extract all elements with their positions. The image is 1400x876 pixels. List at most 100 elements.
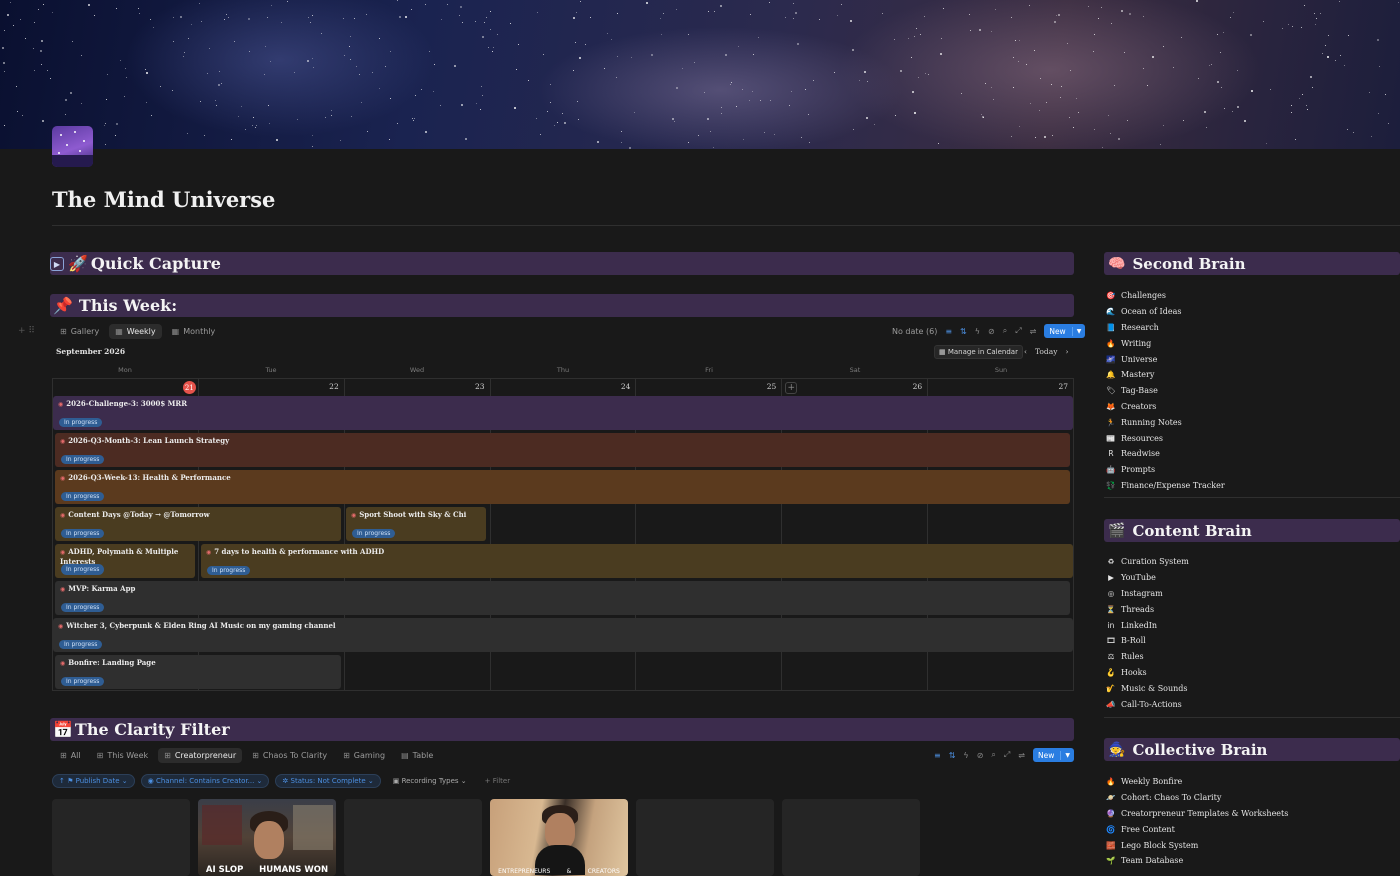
sidebar-item[interactable]: 🧱 Lego Block System	[1106, 837, 1288, 853]
automation-icon[interactable]: ϟ	[975, 327, 980, 336]
star	[201, 21, 202, 22]
star	[672, 118, 674, 120]
filter-chip-publish-date[interactable]: ↑ ⚑ Publish Date ⌄	[52, 774, 135, 788]
gallery-card[interactable]	[636, 799, 774, 876]
gallery-card[interactable]: AI SLOP HUMANS WON	[198, 799, 336, 876]
tab-creatorpreneur[interactable]: ⊞ Creatorpreneur	[158, 748, 243, 763]
sidebar-item[interactable]: 📘 Research	[1106, 320, 1225, 336]
tab-table[interactable]: ▤ Table	[395, 748, 439, 763]
settings-icon[interactable]: ⇌	[1018, 751, 1025, 760]
star	[226, 14, 227, 15]
filter-chip-channel[interactable]: ◉ Channel: Contains Creator... ⌄	[140, 774, 270, 788]
sidebar-item[interactable]: 🌊 Ocean of Ideas	[1106, 304, 1225, 320]
sidebar-item[interactable]: in LinkedIn	[1106, 617, 1189, 633]
star	[106, 99, 107, 100]
sidebar-item[interactable]: 💱 Finance/Expense Tracker	[1106, 478, 1224, 494]
add-event-icon[interactable]: +	[785, 382, 798, 394]
automation-icon[interactable]: ϟ	[963, 751, 968, 760]
today-button[interactable]: Today	[1035, 347, 1057, 356]
sidebar-item[interactable]: ♻ Curation System	[1106, 554, 1189, 570]
star	[1233, 12, 1234, 13]
drag-handle-icon[interactable]: + ⠿	[18, 326, 35, 336]
sidebar-item[interactable]: 🔥 Writing	[1106, 335, 1225, 351]
gallery-card[interactable]: ENTREPRENEURS & CREATORS	[490, 799, 628, 876]
sidebar-item[interactable]: ⏳ Threads	[1106, 601, 1189, 617]
sidebar-item[interactable]: 🏃 Running Notes	[1106, 414, 1225, 430]
sidebar-item[interactable]: 📣 Call-To-Actions	[1106, 696, 1189, 712]
sidebar-item[interactable]: 🔮 Creatorpreneur Templates & Worksheets	[1106, 806, 1288, 822]
filter-chip-recording-types[interactable]: ▣ Recording Types ⌄	[387, 775, 473, 787]
hide-icon[interactable]: ⊘	[988, 327, 995, 336]
settings-icon[interactable]: ⇌	[1030, 327, 1037, 336]
sidebar-item[interactable]: 🪝 Hooks	[1106, 665, 1189, 681]
manage-in-calendar-button[interactable]: ▦ Manage in Calendar	[934, 345, 1023, 359]
new-button[interactable]: New ▼	[1044, 324, 1086, 338]
sidebar-item[interactable]: R Readwise	[1106, 446, 1225, 462]
sidebar-item[interactable]: 🎯 Challenges	[1106, 288, 1225, 304]
gallery-card[interactable]	[52, 799, 190, 876]
expand-icon[interactable]: ⤢	[1004, 750, 1010, 760]
sidebar-item[interactable]: 🦊 Creators	[1106, 399, 1225, 415]
sidebar-item[interactable]: 🌱 Team Database	[1106, 853, 1288, 869]
item-icon: ▶	[1108, 573, 1114, 583]
star	[115, 135, 116, 136]
star	[543, 54, 544, 55]
tab-weekly[interactable]: ▦ Weekly	[109, 324, 162, 339]
calendar-event[interactable]: ◉ Content Days @Today → @Tomorrow In prog…	[55, 507, 341, 541]
tab-gaming[interactable]: ⊞ Gaming	[337, 748, 391, 763]
tab-this-week[interactable]: ⊞ This Week	[91, 748, 155, 763]
gallery-card[interactable]	[344, 799, 482, 876]
sidebar-item[interactable]: ▶ YouTube	[1106, 570, 1189, 586]
tab-gallery[interactable]: ⊞ Gallery	[54, 324, 105, 339]
sidebar-item[interactable]: 🔥 Weekly Bonfire	[1106, 774, 1288, 790]
filter-chip-status[interactable]: ✲ Status: Not Complete ⌄	[275, 774, 381, 788]
expand-icon[interactable]: ⤢	[1015, 326, 1021, 336]
filter-icon[interactable]: ≡	[945, 327, 952, 336]
calendar-event[interactable]: ◉ 2026-Q3-Week-13: Health & Performance I…	[55, 470, 1070, 504]
this-week-title: This Week:	[78, 296, 178, 315]
sort-icon[interactable]: ⇅	[960, 327, 967, 336]
calendar-event[interactable]: ◉ Witcher 3, Cyberpunk & Elden Ring AI Mu…	[53, 618, 1073, 652]
gallery-card[interactable]	[782, 799, 920, 876]
sidebar-item[interactable]: 🏷 Tag-Base	[1106, 383, 1225, 399]
sidebar-item[interactable]: ◎ Instagram	[1106, 586, 1189, 602]
new-button[interactable]: New ▼	[1032, 748, 1074, 762]
sidebar-item[interactable]: 🪐 Cohort: Chaos To Clarity	[1106, 790, 1288, 806]
sidebar-item[interactable]: 🎷 Music & Sounds	[1106, 680, 1189, 696]
star	[1237, 106, 1239, 108]
hide-icon[interactable]: ⊘	[977, 751, 984, 760]
search-icon[interactable]: ⌕	[991, 750, 995, 760]
calendar-event[interactable]: ◉ ADHD, Polymath & Multiple Interests In …	[55, 544, 195, 578]
add-filter-button[interactable]: + Filter	[479, 775, 516, 787]
calendar-event[interactable]: ◉ Sport Shoot with Sky & Chi In progress	[346, 507, 486, 541]
sidebar-item[interactable]: 🤖 Prompts	[1106, 462, 1225, 478]
calendar-event[interactable]: ◉ 7 days to health & performance with ADH…	[201, 544, 1073, 578]
calendar-event[interactable]: ◉ 2026-Q3-Month-3: Lean Launch Strategy I…	[55, 433, 1070, 467]
chevron-down-icon[interactable]: ▼	[1061, 752, 1074, 759]
filter-icon[interactable]: ≡	[934, 751, 941, 760]
chevron-left-icon[interactable]: ‹	[1024, 347, 1027, 356]
sidebar-item[interactable]: 🌌 Universe	[1106, 351, 1225, 367]
toggle-arrow-icon[interactable]: ▶	[50, 256, 64, 271]
calendar-event[interactable]: ◉ 2026-Challenge-3: 3000$ MRR In progress	[53, 396, 1073, 430]
chevron-right-icon[interactable]: ›	[1065, 347, 1068, 356]
calendar-event[interactable]: ◉ Bonfire: Landing Page In progress	[55, 655, 341, 689]
sidebar-item[interactable]: 🔔 Mastery	[1106, 367, 1225, 383]
tab-chaos-to-clarity[interactable]: ⊞ Chaos To Clarity	[246, 748, 333, 763]
page-icon[interactable]	[52, 126, 93, 167]
chevron-down-icon[interactable]: ▼	[1073, 328, 1086, 335]
tab-all[interactable]: ⊞ All	[54, 748, 87, 763]
quick-capture-heading[interactable]: ▶ 🚀 Quick Capture	[50, 252, 1074, 275]
no-date-button[interactable]: No date (6)	[892, 327, 937, 336]
search-icon[interactable]: ⌕	[1003, 326, 1007, 336]
sidebar-item[interactable]: ⚖ Rules	[1106, 649, 1189, 665]
sidebar-item[interactable]: 🎞 B-Roll	[1106, 633, 1189, 649]
tab-monthly[interactable]: ▦ Monthly	[166, 324, 222, 339]
calendar-event[interactable]: ◉ MVP: Karma App In progress	[55, 581, 1070, 615]
sidebar-item[interactable]: 📰 Resources	[1106, 430, 1225, 446]
sidebar-item[interactable]: 🌀 Free Content	[1106, 821, 1288, 837]
star	[707, 118, 709, 120]
page-title[interactable]: The Mind Universe	[52, 187, 275, 212]
cover-image[interactable]	[0, 0, 1400, 149]
sort-icon[interactable]: ⇅	[949, 751, 956, 760]
